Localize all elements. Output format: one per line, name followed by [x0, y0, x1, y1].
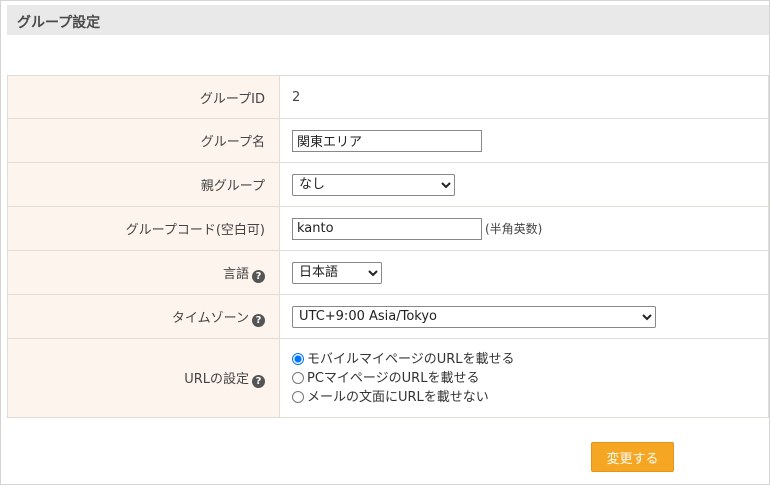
- url-setting-label: URLの設定?: [7, 338, 280, 418]
- group-id-cell: 2: [279, 75, 769, 119]
- url-option-mobile-radio[interactable]: [292, 352, 304, 365]
- submit-button[interactable]: 変更する: [591, 442, 674, 472]
- group-name-input[interactable]: [292, 129, 482, 152]
- form-row-timezone: タイムゾーン? UTC+9:00 Asia/Tokyo: [7, 294, 769, 339]
- parent-group-label: 親グループ: [7, 162, 280, 207]
- group-name-label: グループ名: [7, 118, 280, 163]
- form-row-language: 言語? 日本語: [7, 250, 769, 295]
- settings-panel: グループ設定 グループID 2 グループ名 親グループ なし グループコード(空…: [0, 0, 770, 485]
- language-cell: 日本語: [279, 250, 769, 295]
- language-select[interactable]: 日本語: [292, 261, 382, 284]
- parent-group-cell: なし: [279, 162, 769, 207]
- question-circle-icon[interactable]: ?: [252, 269, 265, 283]
- group-code-label: グループコード(空白可): [7, 206, 280, 251]
- form-row-group-id: グループID 2: [7, 75, 769, 119]
- question-circle-icon[interactable]: ?: [252, 375, 265, 388]
- url-option-pc-radio[interactable]: [292, 371, 304, 384]
- form-row-group-name: グループ名: [7, 118, 769, 163]
- url-option-pc[interactable]: PCマイページのURLを載せる: [292, 369, 768, 388]
- group-id-label: グループID: [7, 75, 280, 119]
- form-row-group-code: グループコード(空白可) (半角英数): [7, 206, 769, 251]
- url-option-none[interactable]: メールの文面にURLを載せない: [292, 388, 768, 407]
- group-id-value: 2: [292, 89, 301, 105]
- timezone-select[interactable]: UTC+9:00 Asia/Tokyo: [292, 305, 656, 328]
- timezone-cell: UTC+9:00 Asia/Tokyo: [279, 294, 769, 339]
- timezone-label: タイムゾーン?: [7, 294, 280, 339]
- question-circle-icon[interactable]: ?: [252, 313, 265, 327]
- group-name-cell: [279, 118, 769, 163]
- url-option-mobile[interactable]: モバイルマイページのURLを載せる: [292, 350, 768, 369]
- form-row-url-setting: URLの設定? モバイルマイページのURLを載せる PCマイページのURLを載せ…: [7, 338, 769, 418]
- url-setting-cell: モバイルマイページのURLを載せる PCマイページのURLを載せる メールの文面…: [279, 338, 769, 418]
- page-title: グループ設定: [17, 15, 101, 31]
- parent-group-select[interactable]: なし: [292, 173, 455, 196]
- group-code-input[interactable]: [292, 217, 482, 240]
- language-label: 言語?: [7, 250, 280, 295]
- group-settings-form: グループID 2 グループ名 親グループ なし グループコード(空白可) (半角…: [7, 75, 769, 418]
- group-code-cell: (半角英数): [279, 206, 769, 251]
- form-row-parent-group: 親グループ なし: [7, 162, 769, 207]
- url-option-none-radio[interactable]: [292, 390, 304, 403]
- group-code-hint: (半角英数): [485, 222, 543, 236]
- panel-header: グループ設定: [7, 5, 769, 35]
